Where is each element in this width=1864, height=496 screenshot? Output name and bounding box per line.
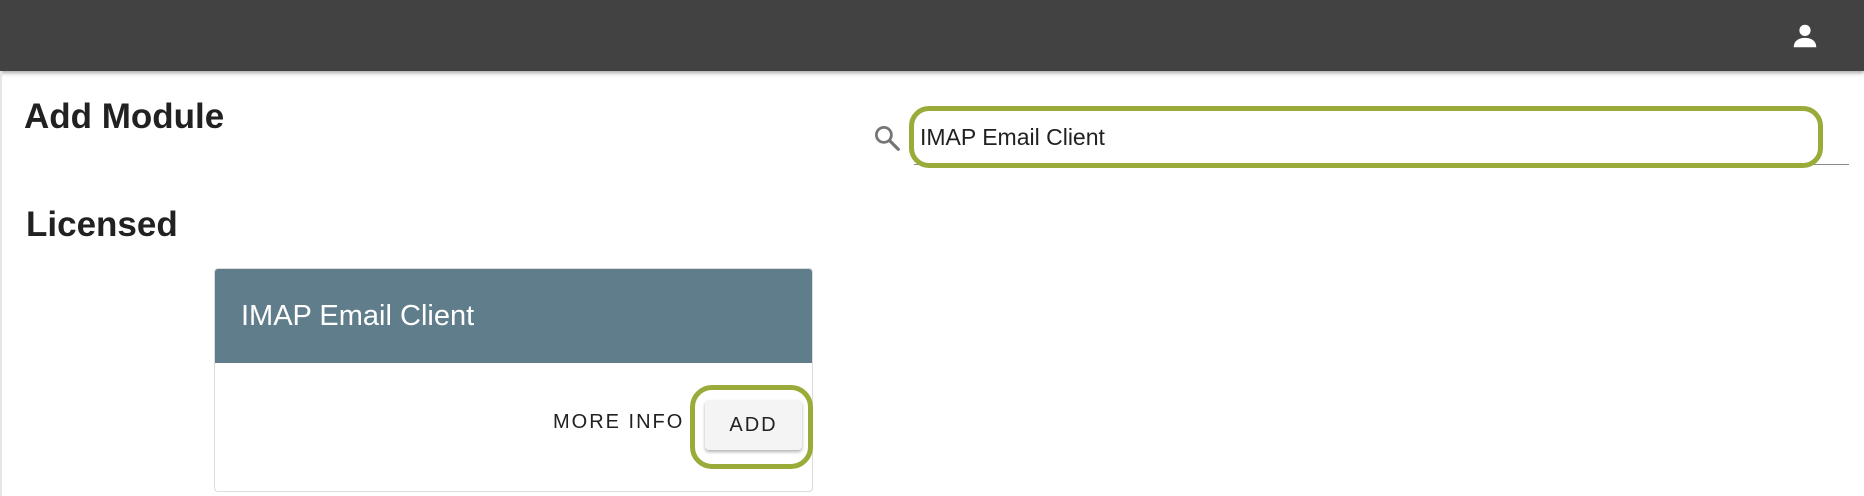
module-card-header: IMAP Email Client	[215, 269, 812, 363]
module-card: IMAP Email Client MORE INFO ADD	[214, 268, 813, 492]
search-input[interactable]	[914, 115, 1849, 165]
main-content: Add Module Licensed IMAP Email Client MO…	[0, 71, 1864, 496]
account-icon	[1793, 24, 1817, 48]
section-title-licensed: Licensed	[26, 205, 178, 244]
page-title: Add Module	[24, 97, 225, 136]
top-app-bar	[0, 0, 1864, 71]
search-icon	[875, 126, 900, 151]
more-info-button[interactable]: MORE INFO	[553, 402, 684, 442]
module-card-title: IMAP Email Client	[241, 300, 475, 332]
add-button[interactable]: ADD	[705, 400, 802, 450]
account-button[interactable]	[1788, 19, 1822, 53]
